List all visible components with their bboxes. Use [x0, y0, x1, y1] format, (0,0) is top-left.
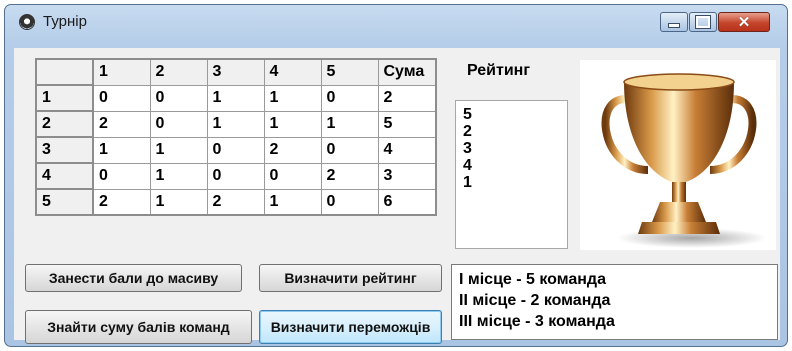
grid-cell[interactable]: 1: [92, 136, 151, 164]
list-item[interactable]: 3: [463, 140, 567, 157]
grid-row-header[interactable]: 5: [35, 188, 94, 216]
window-title: Турнір: [43, 13, 87, 30]
grid-cell[interactable]: 0: [320, 136, 379, 164]
grid-cell[interactable]: 0: [149, 84, 208, 112]
rating-listbox[interactable]: 5 2 3 4 1: [455, 100, 568, 249]
table-row: 3 1 1 0 2 0 4: [35, 136, 437, 164]
grid-cell[interactable]: 1: [149, 162, 208, 190]
list-item[interactable]: 4: [463, 157, 567, 174]
table-row: 4 0 1 0 0 2 3: [35, 162, 437, 190]
grid-sum-cell[interactable]: 3: [377, 162, 437, 190]
grid-column-header[interactable]: 1: [92, 58, 151, 86]
app-icon: [19, 14, 35, 30]
grid-cell[interactable]: 0: [92, 84, 151, 112]
results-textbox[interactable]: I місце - 5 команда II місце - 2 команда…: [451, 264, 778, 340]
app-window: Турнір ✕ 1 2 3 4 5 Сума 1 0 0 1 1 0 2 2 …: [4, 4, 788, 347]
maximize-icon: [695, 15, 711, 29]
grid-cell[interactable]: 1: [263, 188, 322, 216]
enter-scores-button[interactable]: Занести бали до масиву: [25, 264, 242, 292]
find-sum-button[interactable]: Знайти суму балів команд: [25, 310, 252, 344]
grid-sum-cell[interactable]: 2: [377, 84, 437, 112]
grid-cell[interactable]: 1: [206, 110, 265, 138]
grid-column-header[interactable]: 3: [206, 58, 265, 86]
determine-winners-button[interactable]: Визначити переможців: [259, 310, 442, 344]
grid-cell[interactable]: 0: [263, 162, 322, 190]
grid-cell[interactable]: 0: [92, 162, 151, 190]
minimize-button[interactable]: [660, 12, 688, 32]
grid-cell[interactable]: 2: [92, 110, 151, 138]
grid-column-header[interactable]: 2: [149, 58, 208, 86]
grid-column-header-sum[interactable]: Сума: [377, 58, 437, 86]
list-item[interactable]: 5: [463, 106, 567, 123]
grid-cell[interactable]: 0: [206, 162, 265, 190]
grid-cell[interactable]: 1: [149, 136, 208, 164]
scores-grid[interactable]: 1 2 3 4 5 Сума 1 0 0 1 1 0 2 2 2 0 1 1 1…: [35, 58, 437, 216]
rating-label: Рейтинг: [467, 62, 531, 79]
result-line: II місце - 2 команда: [459, 292, 611, 309]
trophy-icon: [601, 73, 767, 248]
grid-cell[interactable]: 0: [320, 188, 379, 216]
maximize-button[interactable]: [689, 12, 717, 32]
grid-row-header[interactable]: 1: [35, 84, 94, 112]
grid-sum-cell[interactable]: 4: [377, 136, 437, 164]
table-row: 5 2 1 2 1 0 6: [35, 188, 437, 216]
table-row: 2 2 0 1 1 1 5: [35, 110, 437, 138]
grid-cell[interactable]: 1: [206, 84, 265, 112]
trophy-image: [580, 60, 776, 250]
list-item[interactable]: 2: [463, 123, 567, 140]
grid-cell[interactable]: 1: [263, 84, 322, 112]
grid-cell[interactable]: 2: [92, 188, 151, 216]
close-icon: ✕: [737, 13, 751, 31]
grid-cell[interactable]: 0: [206, 136, 265, 164]
result-line: III місце - 3 команда: [459, 313, 615, 330]
grid-column-header[interactable]: 4: [263, 58, 322, 86]
table-row: 1 0 0 1 1 0 2: [35, 84, 437, 112]
list-item[interactable]: 1: [463, 174, 567, 191]
grid-header-row: 1 2 3 4 5 Сума: [35, 58, 437, 86]
minimize-icon: [668, 22, 680, 28]
grid-cell[interactable]: 1: [149, 188, 208, 216]
close-button[interactable]: ✕: [718, 12, 770, 32]
grid-cell[interactable]: 0: [320, 84, 379, 112]
grid-sum-cell[interactable]: 6: [377, 188, 437, 216]
grid-row-header[interactable]: 2: [35, 110, 94, 138]
grid-cell[interactable]: 1: [320, 110, 379, 138]
grid-sum-cell[interactable]: 5: [377, 110, 437, 138]
grid-row-header[interactable]: 4: [35, 162, 94, 190]
grid-cell[interactable]: 2: [320, 162, 379, 190]
grid-cell[interactable]: 1: [263, 110, 322, 138]
grid-corner-cell: [35, 58, 94, 86]
title-bar[interactable]: Турнір ✕: [5, 5, 787, 41]
grid-cell[interactable]: 0: [149, 110, 208, 138]
determine-rating-button[interactable]: Визначити рейтинг: [259, 264, 442, 292]
grid-column-header[interactable]: 5: [320, 58, 379, 86]
grid-row-header[interactable]: 3: [35, 136, 94, 164]
grid-cell[interactable]: 2: [206, 188, 265, 216]
client-area: 1 2 3 4 5 Сума 1 0 0 1 1 0 2 2 2 0 1 1 1…: [14, 48, 780, 344]
result-line: I місце - 5 команда: [459, 271, 606, 288]
grid-cell[interactable]: 2: [263, 136, 322, 164]
